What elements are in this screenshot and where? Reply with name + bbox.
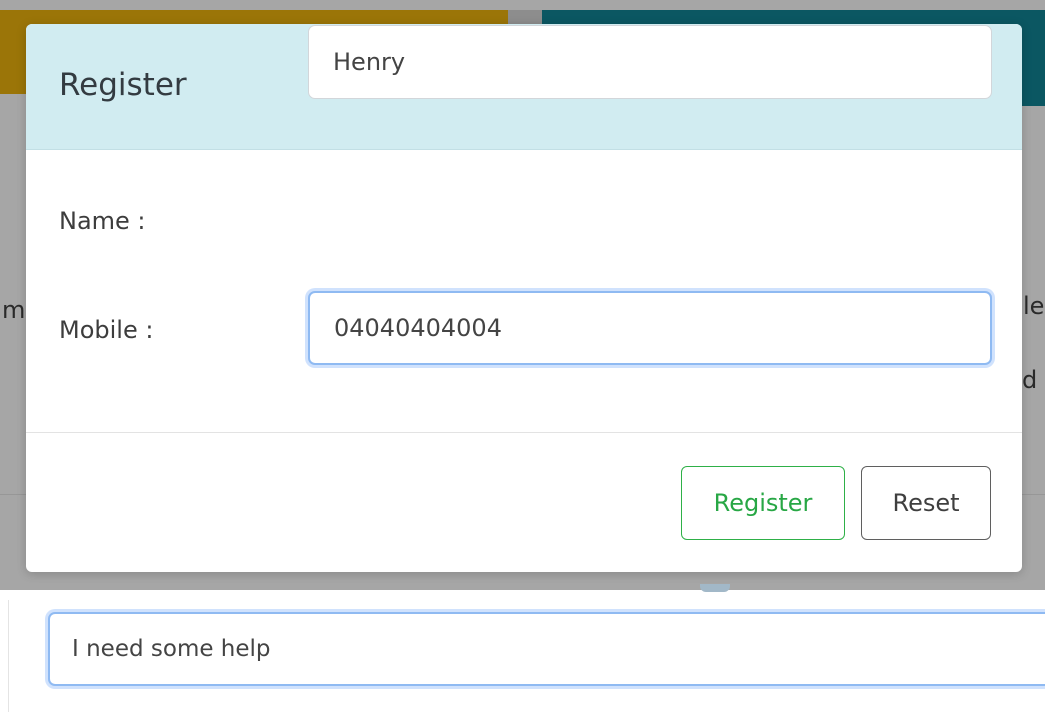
background-text-fragment: le (1023, 292, 1045, 320)
background-text-fragment: d (1022, 366, 1038, 394)
register-button[interactable]: Register (681, 466, 845, 540)
left-border (8, 600, 9, 712)
background-text-fragment: m (2, 296, 26, 324)
mobile-label: Mobile : (59, 316, 154, 344)
modal-body: Name : Mobile : (26, 25, 1022, 433)
modal-title: Register (59, 67, 187, 103)
reset-button[interactable]: Reset (861, 466, 991, 540)
modal-footer: Register Reset (26, 433, 1022, 572)
chat-message-input[interactable] (48, 612, 1045, 686)
name-label: Name : (59, 207, 146, 235)
name-field[interactable] (308, 25, 992, 99)
register-modal: Register Name : Mobile : Register Reset (26, 24, 1022, 572)
mobile-field[interactable] (308, 291, 992, 365)
background-element (700, 584, 730, 592)
